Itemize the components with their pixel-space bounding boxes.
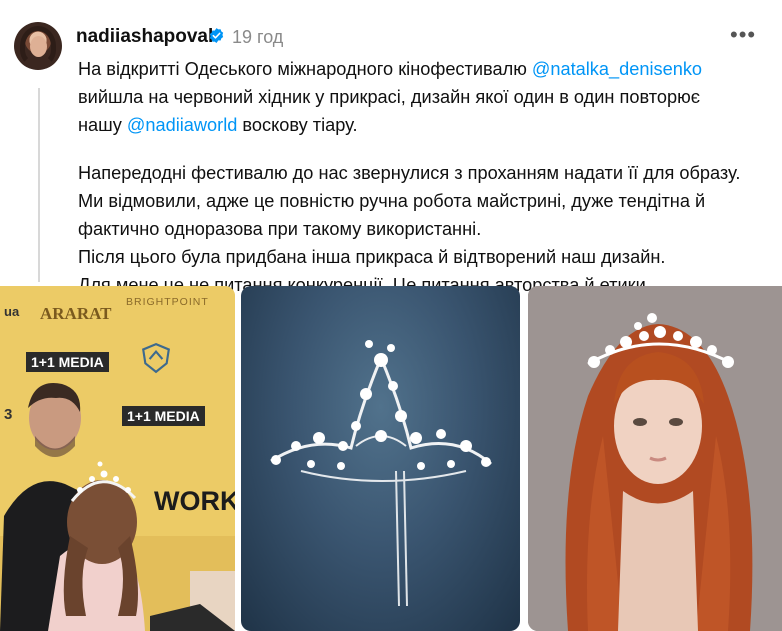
avatar-face [30,36,47,57]
sponsor-logo-partial: ua [4,304,20,319]
sponsor-logo-brightpoint: BRIGHTPOINT [126,296,209,308]
sponsor-logo-ararat: ARARAT [40,304,112,323]
sponsor-logo-partial: 3 [4,406,13,423]
post-image-1[interactable]: ARARAT BRIGHTPOINT 1+1 MEDIA 1+1 MEDIA W… [0,286,235,631]
shield-logo-icon [142,342,170,374]
caption-text: На відкритті Одеського міжнародного кіно… [78,59,532,79]
post-image-3[interactable] [528,286,782,631]
author-avatar[interactable] [14,22,62,70]
sponsor-logo-media: 1+1 MEDIA [122,406,205,426]
caption-paragraph-1: На відкритті Одеського міжнародного кіно… [78,55,778,139]
caption-text: Ми відмовили, адже це повністю ручна роб… [78,191,706,211]
caption-text: Напередодні фестивалю до нас звернулися … [78,163,741,183]
caption-text: нашу [78,115,127,135]
mention-link[interactable]: @nadiiaworld [127,115,237,135]
tiara-product-photo [270,340,492,607]
red-carpet-photo [0,286,235,631]
post-caption: На відкритті Одеського міжнародного кіно… [78,55,778,299]
more-options-button[interactable]: ••• [730,22,756,48]
mention-link[interactable]: @natalka_denisenko [532,59,702,79]
caption-text: вийшла на червоний хідник у прикрасі, ди… [78,87,701,107]
caption-text: фактично одноразова при такому використа… [78,219,482,239]
post-image-2[interactable] [241,286,520,631]
verified-badge-icon [209,28,224,43]
thread-line [38,88,40,282]
sponsor-logo-work: WORK [154,486,235,516]
caption-text: воскову тіару. [237,115,358,135]
caption-text: Після цього була придбана інша прикраса … [78,247,666,267]
sponsor-logo-media: 1+1 MEDIA [26,352,109,372]
author-username[interactable]: nadiiashapoval [76,26,213,48]
caption-paragraph-2: Напередодні фестивалю до нас звернулися … [78,159,778,299]
portrait-photo [528,286,782,631]
post-time: 19 год [232,27,284,47]
